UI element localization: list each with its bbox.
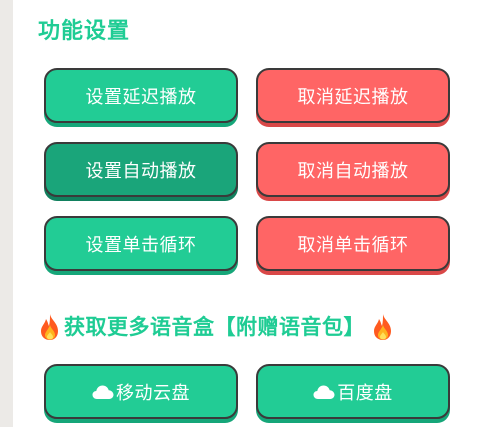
set-auto-play-button[interactable]: 设置自动播放 — [44, 142, 238, 197]
set-delay-play-button[interactable]: 设置延迟播放 — [44, 68, 238, 123]
fire-icon — [371, 313, 395, 341]
fire-icon — [38, 313, 62, 341]
cancel-delay-play-button[interactable]: 取消延迟播放 — [256, 68, 450, 123]
mobile-cloud-label: 移动云盘 — [116, 382, 190, 404]
promo-title-text: 获取更多语音盒【附赠语音包】 — [64, 315, 365, 339]
mobile-cloud-button[interactable]: 移动云盘 — [44, 364, 238, 419]
cancel-click-loop-button[interactable]: 取消单击循环 — [256, 216, 450, 271]
cancel-auto-play-button[interactable]: 取消自动播放 — [256, 142, 450, 197]
cloud-icon — [92, 384, 114, 400]
promo-heading: 获取更多语音盒【附赠语音包】 — [38, 312, 395, 342]
cloud-icon — [313, 384, 335, 400]
baidu-pan-label: 百度盘 — [337, 382, 393, 404]
baidu-pan-button[interactable]: 百度盘 — [256, 364, 450, 419]
set-click-loop-button[interactable]: 设置单击循环 — [44, 216, 238, 271]
section-title-settings: 功能设置 — [38, 19, 131, 44]
settings-panel — [13, 0, 480, 427]
